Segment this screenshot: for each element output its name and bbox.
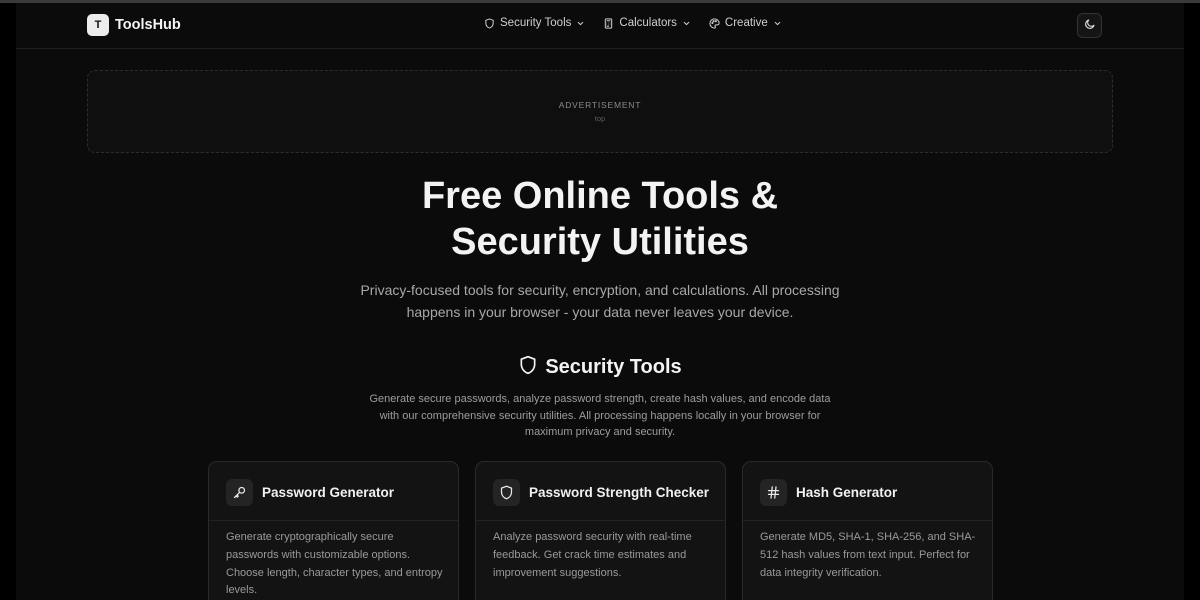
card-divider [743, 520, 992, 521]
chevron-down-icon [576, 19, 585, 28]
card-header: Password Generator [226, 479, 394, 506]
advertisement-banner: ADVERTISEMENT top [87, 70, 1113, 153]
ad-slot-name: top [594, 114, 606, 123]
shield-icon [518, 355, 538, 380]
nav-security-tools[interactable]: Security Tools [484, 17, 585, 29]
tool-card-password-strength-checker[interactable]: Password Strength Checker Analyze passwo… [475, 461, 726, 600]
card-divider [209, 520, 458, 521]
nav-creative[interactable]: Creative [709, 17, 782, 29]
page: T ToolsHub Security Tools Calculators Cr… [16, 3, 1184, 600]
palette-icon [709, 17, 720, 29]
nav-label: Calculators [619, 17, 677, 29]
nav-label: Security Tools [500, 17, 572, 29]
hero-title-line-2: Security Utilities [451, 221, 749, 263]
card-description: Generate cryptographically secure passwo… [226, 531, 443, 597]
hero-subtitle: Privacy-focused tools for security, encr… [360, 282, 840, 320]
card-header: Password Strength Checker [493, 479, 709, 506]
theme-toggle-button[interactable] [1077, 13, 1102, 38]
card-title: Password Generator [262, 485, 395, 500]
calculator-icon [603, 17, 614, 29]
ad-label: ADVERTISEMENT [558, 100, 642, 110]
brand-name: ToolsHub [115, 17, 181, 33]
card-title: Hash Generator [796, 485, 898, 500]
hero-title: Free Online Tools & Security Utilities [16, 173, 1184, 265]
card-header: Hash Generator [760, 479, 897, 506]
tool-card-password-generator[interactable]: Password Generator Generate cryptographi… [208, 461, 459, 600]
section-header: Security Tools [16, 355, 1184, 380]
hash-icon [760, 479, 787, 506]
shield-icon [493, 479, 520, 506]
card-description: Analyze password security with real-time… [493, 531, 692, 579]
moon-icon [1084, 17, 1096, 35]
site-header: T ToolsHub Security Tools Calculators Cr… [16, 3, 1184, 49]
shield-icon [484, 17, 495, 29]
nav-label: Creative [724, 17, 768, 29]
section-description: Generate secure passwords, analyze passw… [369, 393, 831, 439]
card-title: Password Strength Checker [529, 485, 710, 500]
chevron-down-icon [682, 19, 691, 28]
logo-link[interactable]: T ToolsHub [87, 14, 181, 36]
tool-card-hash-generator[interactable]: Hash Generator Generate MD5, SHA-1, SHA-… [742, 461, 993, 600]
main-nav: Security Tools Calculators Creative [484, 17, 782, 29]
nav-calculators[interactable]: Calculators [603, 17, 691, 29]
hero-title-line-1: Free Online Tools & [421, 175, 779, 217]
chevron-down-icon [773, 19, 782, 28]
key-icon [226, 479, 253, 506]
card-description: Generate MD5, SHA-1, SHA-256, and SHA-51… [760, 531, 976, 579]
section-title: Security Tools [545, 356, 682, 378]
logo-mark: T [87, 14, 109, 36]
card-divider [476, 520, 725, 521]
